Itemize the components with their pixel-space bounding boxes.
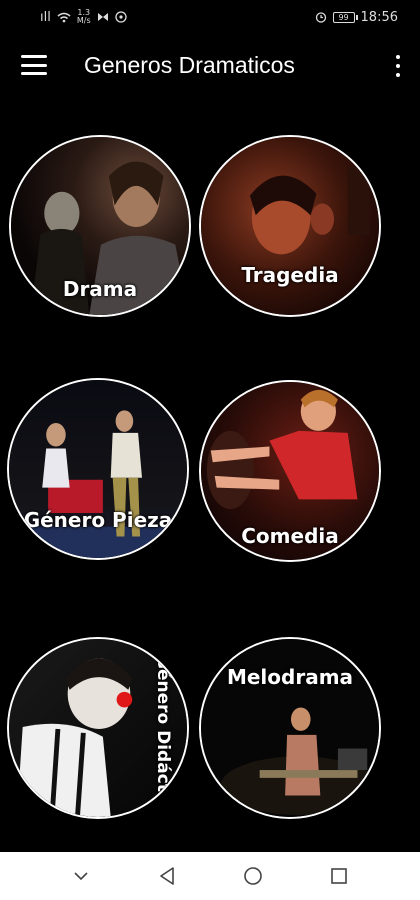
- whatsapp-icon: [114, 11, 127, 23]
- status-bar: ıll 1.3 M/s 99 18:56: [0, 0, 420, 34]
- genre-label: Género Pieza: [23, 508, 173, 532]
- tragedia-photo: [201, 137, 379, 315]
- system-nav-bar: [0, 852, 420, 900]
- signal-icon: ıll: [40, 9, 51, 25]
- wifi-icon: [57, 12, 71, 22]
- genre-card-genero-pieza[interactable]: Género Pieza: [7, 378, 189, 560]
- genre-card-drama[interactable]: Drama: [9, 135, 191, 317]
- home-circle-icon[interactable]: [233, 856, 273, 896]
- nfc-icon: [97, 13, 108, 21]
- more-vert-icon[interactable]: [394, 55, 402, 77]
- status-left: ıll 1.3 M/s: [40, 9, 127, 25]
- genre-label: Género Didáctico: [153, 655, 173, 819]
- status-time: 18:56: [360, 9, 398, 25]
- back-triangle-icon[interactable]: [147, 856, 187, 896]
- genre-card-tragedia[interactable]: Tragedia: [199, 135, 381, 317]
- genre-label: Melodrama: [226, 665, 354, 689]
- chevron-down-icon[interactable]: [61, 856, 101, 896]
- battery-level: 99: [338, 12, 349, 22]
- genre-card-melodrama[interactable]: Melodrama: [199, 637, 381, 819]
- net-speed: 1.3 M/s: [77, 9, 91, 25]
- status-right: 99 18:56: [315, 10, 398, 25]
- genre-label: Drama: [62, 277, 138, 301]
- genre-label: Comedia: [241, 524, 339, 548]
- genre-card-genero-didactico[interactable]: Género Didáctico: [7, 637, 189, 819]
- net-speed-unit: M/s: [76, 16, 91, 25]
- alarm-icon: [315, 12, 326, 23]
- recents-square-icon[interactable]: [319, 856, 359, 896]
- page-title: Generos Dramaticos: [84, 51, 295, 78]
- app-bar: Generos Dramaticos: [0, 36, 420, 94]
- battery-icon: 99: [332, 11, 358, 23]
- genre-label: Tragedia: [241, 263, 339, 287]
- hamburger-icon[interactable]: [21, 55, 47, 75]
- genre-card-comedia[interactable]: Comedia: [199, 380, 381, 562]
